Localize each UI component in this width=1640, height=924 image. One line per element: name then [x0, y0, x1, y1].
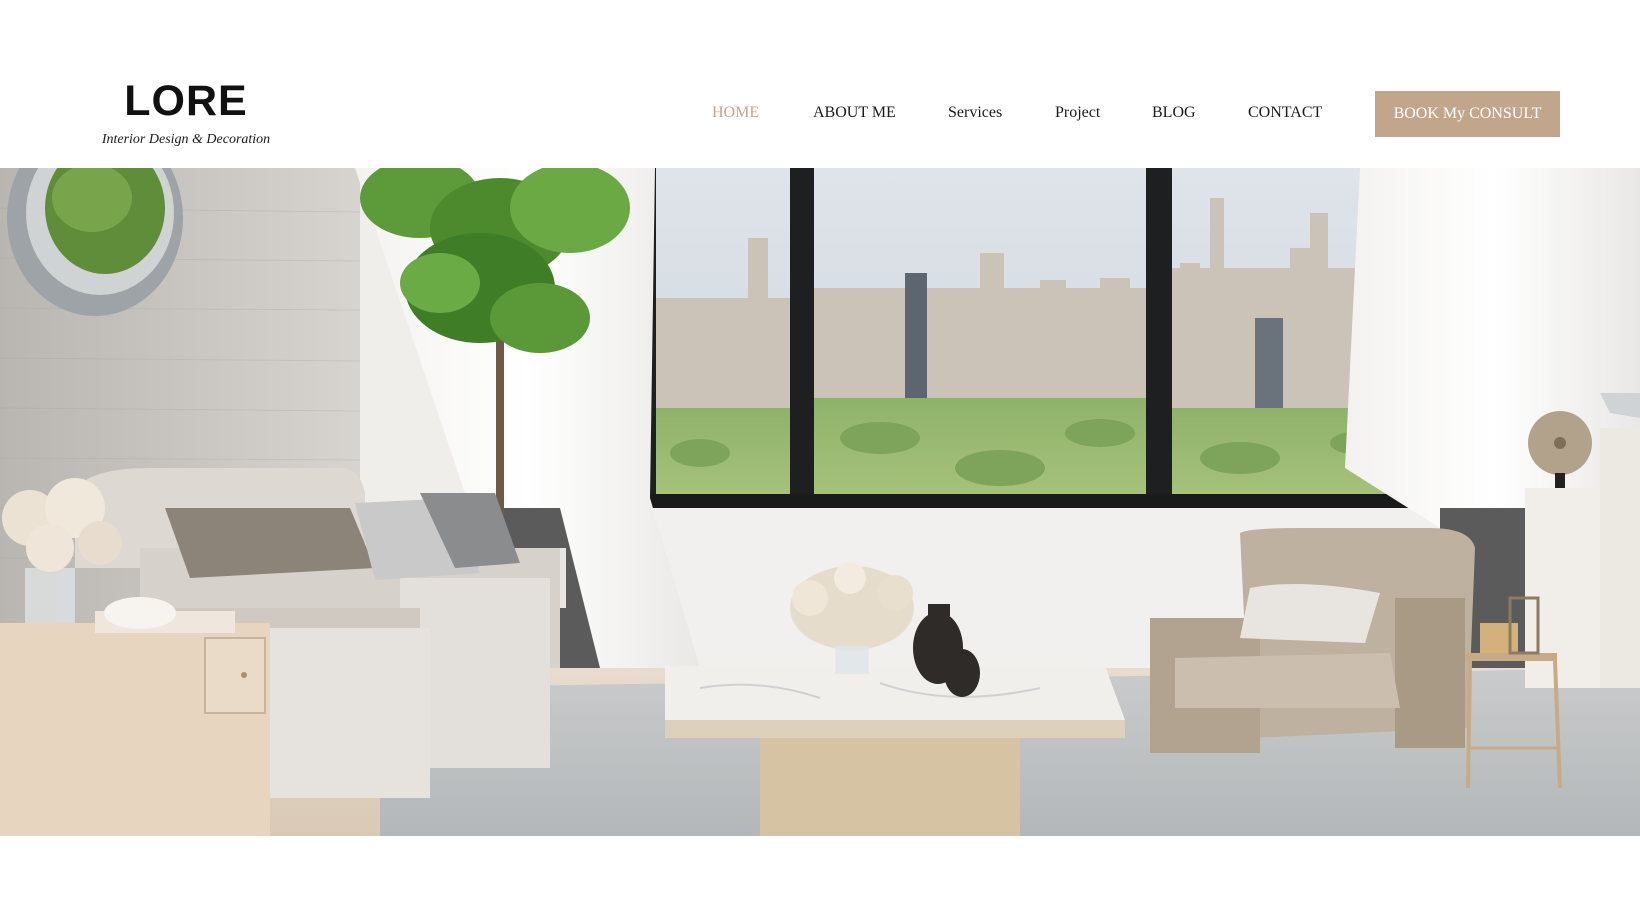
decor-bowl [104, 597, 176, 629]
window-sill [650, 494, 1425, 508]
nav-home[interactable]: HOME [712, 104, 759, 122]
nav-contact[interactable]: CONTACT [1248, 104, 1322, 122]
nav-services[interactable]: Services [948, 104, 1002, 122]
book-consult-button[interactable]: BOOK My CONSULT [1375, 91, 1560, 137]
side-table-drawer [204, 637, 266, 714]
right-curtain [1345, 168, 1640, 528]
drawer-knob [241, 672, 247, 678]
park-trees [656, 398, 1412, 508]
hero-image [0, 168, 1640, 836]
nav-about-me[interactable]: ABOUT ME [813, 104, 896, 122]
side-column [1600, 428, 1640, 688]
nav-blog[interactable]: BLOG [1152, 104, 1196, 122]
logo-tagline: Interior Design & Decoration [101, 132, 271, 147]
nav-project[interactable]: Project [1055, 104, 1100, 122]
living-room-illustration [0, 168, 1640, 836]
page: LORE Interior Design & Decoration HOME A… [0, 0, 1640, 924]
